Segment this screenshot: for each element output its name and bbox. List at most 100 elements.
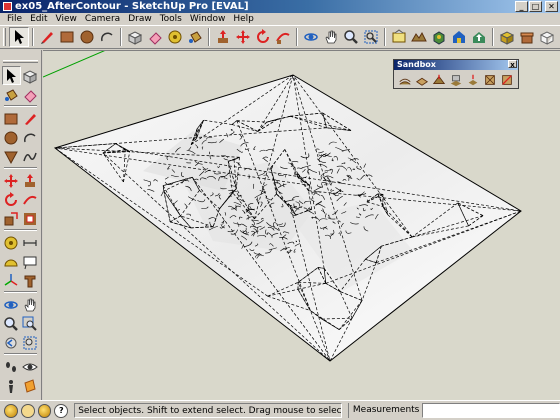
- minimize-button[interactable]: _: [515, 1, 528, 12]
- geo-location-icon[interactable]: [4, 403, 18, 418]
- left-arc-button[interactable]: [21, 128, 40, 147]
- left-offset-button[interactable]: [21, 209, 40, 228]
- menu-help[interactable]: Help: [229, 13, 258, 25]
- toolbar-grip[interactable]: [3, 28, 6, 46]
- left-line-button[interactable]: [21, 109, 40, 128]
- left-push-pull-button[interactable]: [21, 171, 40, 190]
- left-zoom-extents-button[interactable]: [21, 333, 40, 352]
- left-rotate-button[interactable]: [2, 190, 21, 209]
- left-zoom-window-button[interactable]: [21, 314, 40, 333]
- left-tape-measure-button[interactable]: [2, 233, 21, 252]
- place-model-button[interactable]: [429, 27, 449, 47]
- close-button[interactable]: ✕: [545, 1, 558, 12]
- share-model-button[interactable]: [469, 27, 489, 47]
- left-freehand-button[interactable]: [21, 147, 40, 166]
- drape-button[interactable]: [465, 71, 482, 89]
- rotate-icon: [257, 29, 269, 43]
- menu-camera[interactable]: Camera: [81, 13, 124, 25]
- move-icon: [236, 30, 250, 44]
- left-section-plane-button[interactable]: [21, 376, 40, 395]
- sketchup-app-icon[interactable]: [3, 2, 12, 11]
- offset-icon: [23, 212, 36, 225]
- toggle-terrain-button[interactable]: [409, 27, 429, 47]
- arc-tool-button[interactable]: [97, 27, 117, 47]
- left-walk-button[interactable]: [2, 357, 21, 376]
- green-axis-line: [43, 51, 105, 78]
- menu-draw[interactable]: Draw: [124, 13, 156, 25]
- drawing-viewport[interactable]: [43, 50, 560, 400]
- orbit-tool-button[interactable]: [301, 27, 321, 47]
- menu-window[interactable]: Window: [186, 13, 230, 25]
- maximize-button[interactable]: □: [529, 1, 542, 12]
- left-dimension-button[interactable]: [21, 233, 40, 252]
- left-rectangle-button[interactable]: [2, 109, 21, 128]
- left-previous-view-button[interactable]: [2, 333, 21, 352]
- left-select-button[interactable]: [2, 66, 21, 85]
- rotate-tool-button[interactable]: [253, 27, 273, 47]
- left-make-component-button[interactable]: [21, 66, 39, 85]
- tape-measure-button[interactable]: [165, 27, 185, 47]
- place-model-icon: [433, 31, 445, 45]
- freehand-icon: [23, 152, 37, 161]
- sandbox-title-bar[interactable]: Sandbox x: [394, 60, 518, 70]
- arrow-cursor-icon: [7, 68, 17, 83]
- paint-bucket-button[interactable]: [185, 27, 205, 47]
- rectangle-tool-button[interactable]: [57, 27, 77, 47]
- menu-tools[interactable]: Tools: [156, 13, 186, 25]
- menu-edit[interactable]: Edit: [26, 13, 51, 25]
- left-look-around-button[interactable]: [21, 357, 40, 376]
- get-current-view-button[interactable]: [389, 27, 409, 47]
- move-tool-button[interactable]: [233, 27, 253, 47]
- gift-box-icon: [520, 32, 534, 44]
- left-follow-me-button[interactable]: [21, 190, 40, 209]
- left-axes-button[interactable]: [2, 271, 21, 290]
- instructor-icon[interactable]: [37, 403, 52, 418]
- flip-edge-button[interactable]: [499, 71, 516, 89]
- ruby-console-button[interactable]: [517, 27, 537, 47]
- left-eraser-button[interactable]: [21, 85, 40, 104]
- zoom-tool-button[interactable]: [341, 27, 361, 47]
- line-tool-button[interactable]: [37, 27, 57, 47]
- component-options-button[interactable]: [497, 27, 517, 47]
- eraser-tool-button[interactable]: [145, 27, 165, 47]
- left-paint-bucket-button[interactable]: [2, 85, 21, 104]
- tape-measure-icon: [168, 30, 182, 44]
- menu-file[interactable]: File: [3, 13, 26, 25]
- smoove-button[interactable]: [430, 71, 447, 89]
- section-plane-icon: [24, 378, 36, 393]
- left-toolbar-grip[interactable]: [3, 60, 38, 63]
- zoom-extents-button[interactable]: [361, 27, 381, 47]
- circle-tool-button[interactable]: [77, 27, 97, 47]
- unhide-button[interactable]: [537, 27, 557, 47]
- pan-tool-button[interactable]: [321, 27, 341, 47]
- left-orbit-button[interactable]: [2, 295, 21, 314]
- stamp-button[interactable]: [447, 71, 464, 89]
- left-protractor-button[interactable]: [2, 252, 21, 271]
- credits-icon[interactable]: [20, 403, 35, 418]
- left-circle-button[interactable]: [2, 128, 21, 147]
- circle-icon: [80, 30, 94, 44]
- get-models-button[interactable]: [449, 27, 469, 47]
- menu-view[interactable]: View: [52, 13, 81, 25]
- smoove-icon: [432, 74, 445, 84]
- rotate-icon: [5, 191, 18, 206]
- left-move-button[interactable]: [2, 171, 21, 190]
- left-polygon-button[interactable]: [2, 147, 21, 166]
- make-component-button[interactable]: [125, 27, 145, 47]
- add-detail-button[interactable]: [482, 71, 499, 89]
- left-pan-button[interactable]: [21, 295, 40, 314]
- left-text-button[interactable]: [21, 252, 40, 271]
- left-zoom-button[interactable]: [2, 314, 21, 333]
- share-model-icon: [473, 32, 485, 43]
- left-3d-text-button[interactable]: [21, 271, 40, 290]
- select-tool-button[interactable]: [9, 27, 29, 47]
- from-scratch-button[interactable]: [413, 71, 430, 89]
- follow-me-button[interactable]: [273, 27, 293, 47]
- measurements-input[interactable]: [422, 403, 560, 418]
- left-scale-button[interactable]: [2, 209, 21, 228]
- help-icon[interactable]: ?: [54, 403, 69, 418]
- push-pull-button[interactable]: [213, 27, 233, 47]
- sandbox-close-button[interactable]: x: [508, 60, 517, 69]
- from-contours-button[interactable]: [396, 71, 413, 89]
- left-position-camera-button[interactable]: [2, 376, 21, 395]
